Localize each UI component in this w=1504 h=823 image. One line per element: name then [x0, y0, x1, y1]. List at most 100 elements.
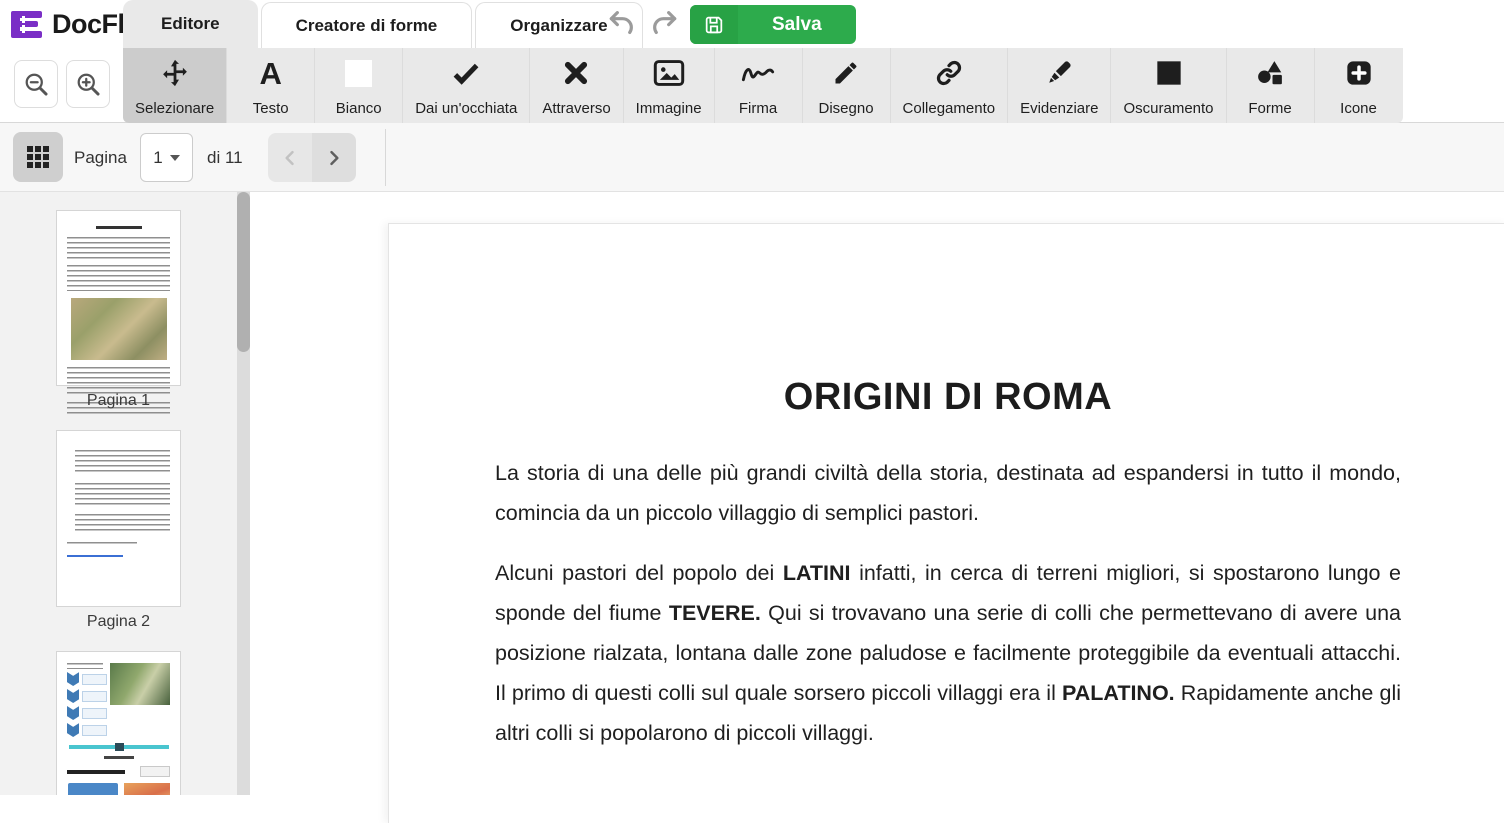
zoom-in-icon [75, 71, 102, 98]
chevron-down-icon [170, 155, 180, 161]
document-title: ORIGINI DI ROMA [495, 376, 1401, 419]
thumbnail-page-1-label: Pagina 1 [56, 392, 181, 410]
save-button[interactable]: Salva [690, 5, 856, 44]
undo-button[interactable] [605, 7, 639, 41]
document-page: ORIGINI DI ROMA La storia di una delle p… [388, 223, 1504, 823]
tool-immagine-label: Immagine [636, 100, 702, 117]
undo-icon [606, 8, 638, 40]
tool-strip: Selezionare A Testo Bianco Dai un'occhia… [123, 48, 1403, 123]
tool-evidenziare[interactable]: Evidenziare [1008, 48, 1111, 123]
tool-firma-label: Firma [739, 100, 777, 117]
tool-oscuramento-label: Oscuramento [1123, 100, 1213, 117]
docfly-logo[interactable]: DocFly [8, 5, 139, 43]
sidebar-scrollbar-track[interactable] [237, 192, 250, 795]
zoom-in-button[interactable] [66, 60, 110, 108]
para2-bold-palatino: PALATINO. [1062, 681, 1175, 705]
page-total-label: di 11 [207, 123, 243, 192]
tab-editore[interactable]: Editore [123, 0, 258, 48]
tool-dai-unocchiata-label: Dai un'occhiata [415, 100, 517, 117]
docfly-logo-icon [8, 5, 46, 43]
page-number-value: 1 [153, 148, 162, 168]
page-pager [268, 133, 356, 182]
thumbnail-timeline-bar [69, 745, 169, 749]
white-square-icon [345, 55, 372, 91]
thumbnail-diagram [67, 783, 119, 795]
document-paragraph-2: Alcuni pastori del popolo dei LATINI inf… [495, 553, 1401, 753]
tool-dai-unocchiata[interactable]: Dai un'occhiata [403, 48, 530, 123]
tool-immagine[interactable]: Immagine [624, 48, 715, 123]
thumbnail-page-2-preview [56, 430, 181, 607]
tool-bianco[interactable]: Bianco [315, 48, 403, 123]
tab-organizzare-label: Organizzare [510, 16, 607, 36]
tool-icone[interactable]: Icone [1315, 48, 1403, 123]
thumbnail-page-2-label: Pagina 2 [56, 613, 181, 631]
tool-disegno-label: Disegno [819, 100, 874, 117]
page-number-dropdown[interactable]: 1 [140, 133, 193, 182]
tool-evidenziare-label: Evidenziare [1020, 100, 1098, 117]
highlighter-icon [1044, 55, 1074, 91]
para2-bold-latini: LATINI [783, 561, 851, 585]
tool-testo[interactable]: A Testo [227, 48, 315, 123]
check-icon [451, 55, 481, 91]
tool-selezionare-label: Selezionare [135, 100, 214, 117]
shapes-icon [1255, 55, 1285, 91]
zoom-out-button[interactable] [14, 60, 58, 108]
thumbnail-grid-button[interactable] [13, 132, 63, 182]
save-button-label: Salva [738, 5, 856, 44]
tool-testo-label: Testo [253, 100, 289, 117]
signature-icon [740, 55, 776, 91]
thumbnail-page-3-preview [56, 651, 181, 795]
save-floppy-icon [690, 5, 738, 44]
page-nav-bar: Pagina 1 di 11 [0, 123, 1504, 192]
previous-page-button[interactable] [268, 133, 312, 182]
tab-editore-label: Editore [161, 14, 220, 34]
tool-oscuramento[interactable]: Oscuramento [1111, 48, 1226, 123]
tool-bianco-label: Bianco [336, 100, 382, 117]
tool-attraverso-label: Attraverso [542, 100, 610, 117]
thumbnail-aerial-image [71, 298, 167, 360]
tool-selezionare[interactable]: Selezionare [123, 48, 227, 123]
tool-icone-label: Icone [1340, 100, 1377, 117]
image-icon [653, 55, 685, 91]
tool-forme[interactable]: Forme [1227, 48, 1315, 123]
plus-icon [1345, 55, 1373, 91]
zoom-controls [14, 60, 110, 108]
redo-icon [648, 8, 680, 40]
link-icon [934, 55, 964, 91]
tab-creatore-di-forme[interactable]: Creatore di forme [261, 2, 473, 48]
chevron-right-icon [324, 148, 344, 168]
zoom-out-icon [23, 71, 50, 98]
toolbar: Selezionare A Testo Bianco Dai un'occhia… [0, 48, 1504, 123]
move-icon [160, 55, 190, 91]
tool-attraverso[interactable]: Attraverso [530, 48, 623, 123]
content-area: Pagina 1 Pagina 2 [0, 192, 1504, 795]
page-label: Pagina [74, 123, 127, 192]
thumbnail-page-3[interactable]: Pagina 3 [56, 651, 181, 795]
thumbnail-page-2[interactable]: Pagina 2 [56, 430, 181, 631]
tool-firma[interactable]: Firma [715, 48, 803, 123]
sidebar-scrollbar-thumb[interactable] [237, 192, 250, 352]
pencil-icon [832, 55, 860, 91]
thumbnail-link-line [67, 555, 123, 557]
redact-icon [1155, 55, 1183, 91]
tool-forme-label: Forme [1248, 100, 1291, 117]
thumbnail-page-1[interactable]: Pagina 1 [56, 210, 181, 410]
thumbnail-sidebar: Pagina 1 Pagina 2 [0, 192, 250, 795]
thumbnail-nature-image [110, 663, 170, 705]
top-bar: DocFly Editore Creatore di forme Organiz… [0, 0, 1504, 48]
thumbnail-page-1-preview [56, 210, 181, 386]
tab-creatore-label: Creatore di forme [296, 16, 438, 36]
document-canvas: ORIGINI DI ROMA La storia di una delle p… [250, 192, 1504, 795]
document-paragraph-1: La storia di una delle più grandi civilt… [495, 453, 1401, 533]
main-tabs: Editore Creatore di forme Organizzare [123, 0, 646, 48]
tool-disegno[interactable]: Disegno [803, 48, 891, 123]
divider [385, 129, 386, 186]
redo-button[interactable] [647, 7, 681, 41]
para2-text: Alcuni pastori del popolo dei [495, 561, 783, 585]
next-page-button[interactable] [312, 133, 356, 182]
chevron-left-icon [280, 148, 300, 168]
tool-collegamento[interactable]: Collegamento [891, 48, 1009, 123]
para2-bold-tevere: TEVERE. [669, 601, 761, 625]
grid-icon [27, 146, 49, 168]
cross-icon [562, 55, 590, 91]
